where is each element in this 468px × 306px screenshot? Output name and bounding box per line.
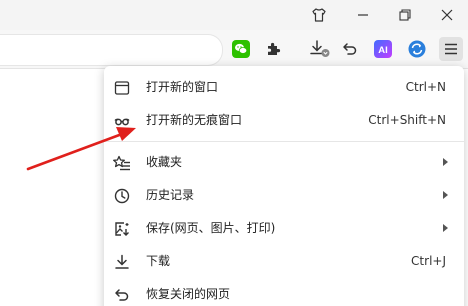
menu-item-restore-closed[interactable]: 恢复关闭的网页 <box>104 278 464 306</box>
download-icon <box>112 252 132 272</box>
title-bar <box>0 0 468 30</box>
wechat-icon[interactable] <box>229 37 253 61</box>
bookmark-star-icon <box>112 153 132 173</box>
window-icon <box>112 78 132 98</box>
submenu-arrow-icon <box>443 191 448 199</box>
address-bar[interactable] <box>0 34 223 66</box>
skin-icon[interactable] <box>302 2 336 28</box>
history-clock-icon <box>112 186 132 206</box>
menu-item-label: 收藏夹 <box>146 155 183 169</box>
menu-item-save[interactable]: 保存(网页、图片、打印) <box>104 212 464 245</box>
restore-icon[interactable] <box>388 2 422 28</box>
menu-item-new-incognito-window[interactable]: 打开新的无痕窗口 Ctrl+Shift+N <box>104 104 464 137</box>
menu-item-history[interactable]: 历史记录 <box>104 179 464 212</box>
browser-window: AI 打开新的窗口 Ctrl+N 打开新的无痕窗口 Ctrl+Shift+N 收… <box>0 0 468 306</box>
restore-tab-icon <box>112 285 132 305</box>
menu-item-label: 下载 <box>146 254 171 268</box>
minimize-icon[interactable] <box>346 2 380 28</box>
menu-item-label: 历史记录 <box>146 188 195 202</box>
download-icon[interactable] <box>308 37 332 61</box>
sync-icon[interactable] <box>405 37 429 61</box>
undo-icon[interactable] <box>338 37 362 61</box>
close-icon[interactable] <box>430 2 464 28</box>
extensions-icon[interactable] <box>261 37 285 61</box>
save-image-icon <box>112 219 132 239</box>
submenu-arrow-icon <box>443 158 448 166</box>
menu-item-label: 保存(网页、图片、打印) <box>146 221 276 235</box>
menu-item-shortcut: Ctrl+N <box>405 80 446 94</box>
menu-item-new-window[interactable]: 打开新的窗口 Ctrl+N <box>104 71 464 104</box>
menu-divider <box>104 141 464 142</box>
menu-item-downloads[interactable]: 下载 Ctrl+J <box>104 245 464 278</box>
menu-item-shortcut: Ctrl+Shift+N <box>368 113 446 127</box>
submenu-arrow-icon <box>443 224 448 232</box>
menu-icon[interactable] <box>439 37 463 61</box>
menu-item-label: 恢复关闭的网页 <box>146 287 231 301</box>
svg-text:AI: AI <box>378 45 388 56</box>
menu-item-bookmarks[interactable]: 收藏夹 <box>104 146 464 179</box>
incognito-icon <box>112 111 132 131</box>
menu-item-shortcut: Ctrl+J <box>411 254 446 268</box>
ai-icon[interactable]: AI <box>371 37 395 61</box>
toolbar: AI <box>0 30 468 69</box>
menu-item-label: 打开新的窗口 <box>146 80 219 94</box>
main-menu: 打开新的窗口 Ctrl+N 打开新的无痕窗口 Ctrl+Shift+N 收藏夹 … <box>104 66 464 306</box>
menu-item-label: 打开新的无痕窗口 <box>146 113 243 127</box>
